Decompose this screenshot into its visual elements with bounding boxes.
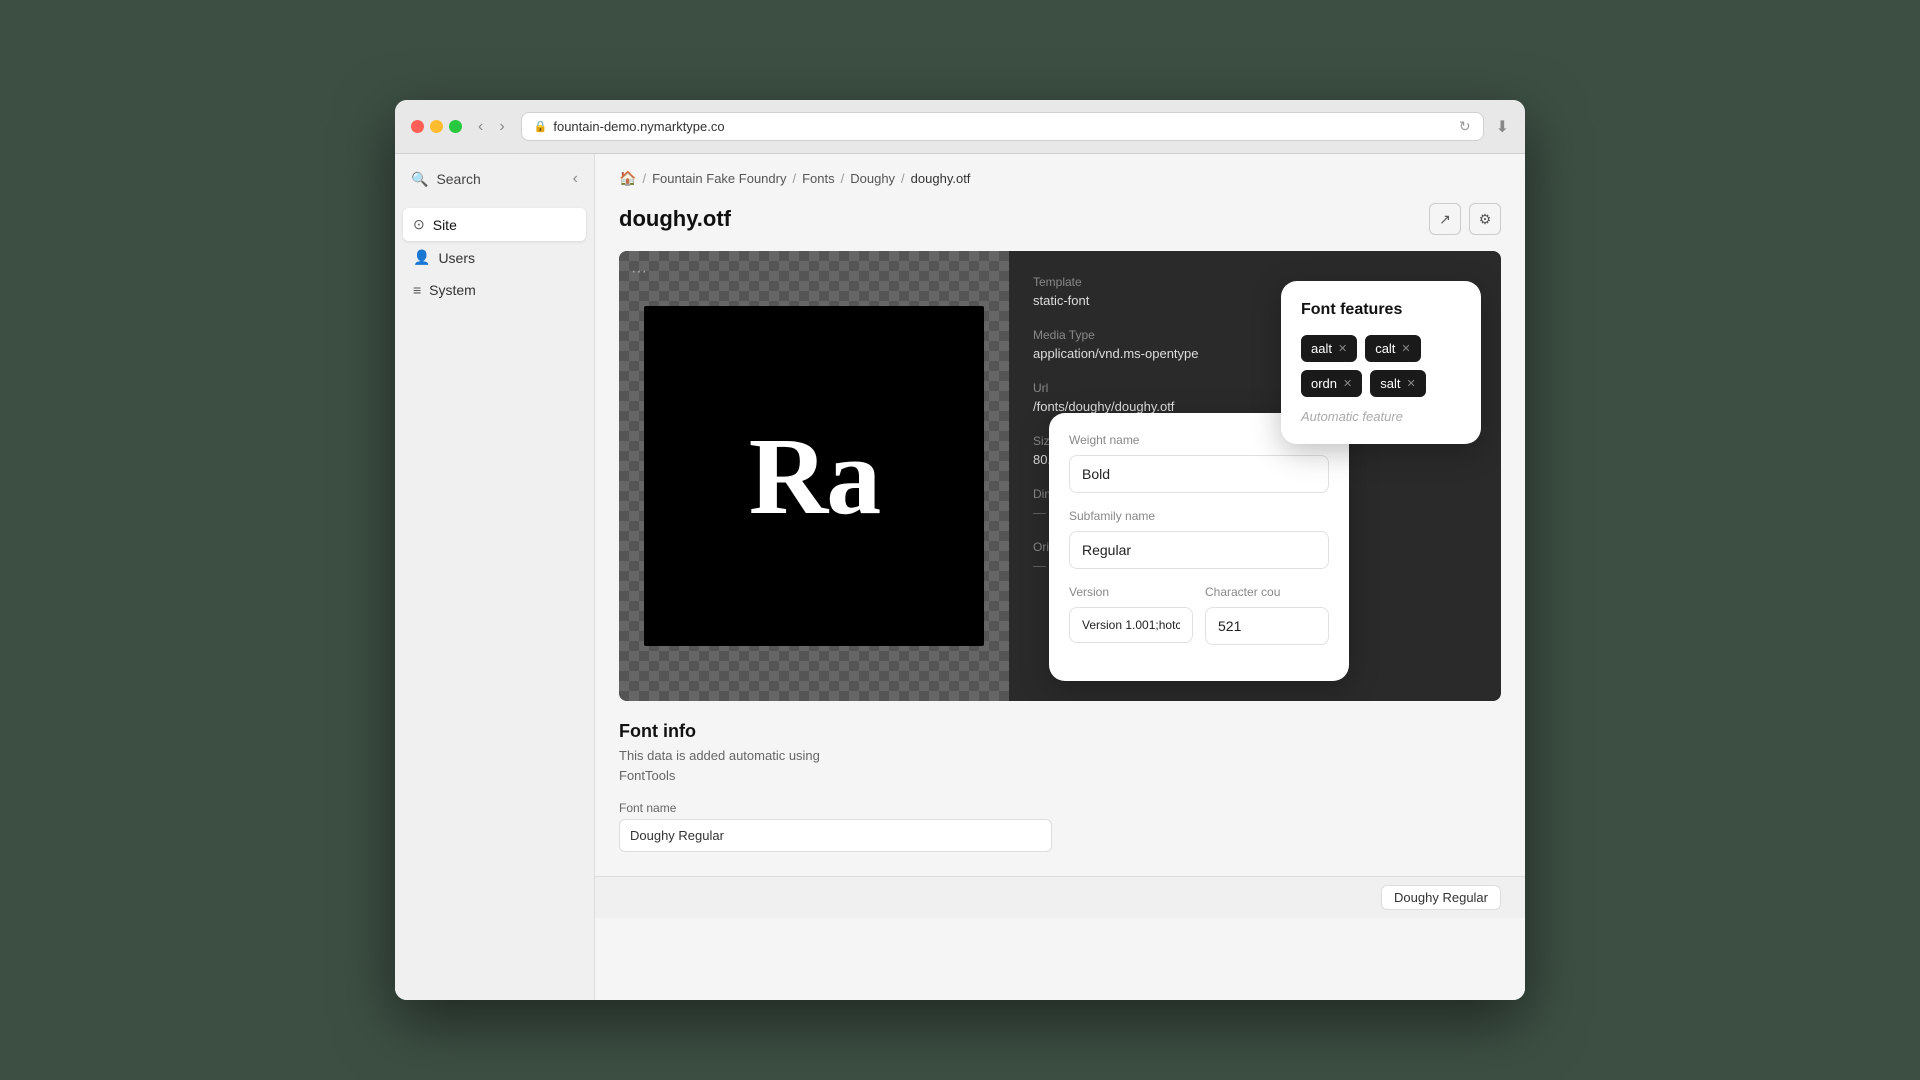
breadcrumb-doughy[interactable]: Doughy	[850, 171, 895, 186]
font-info-section: Font info This data is added automatic u…	[619, 721, 1501, 852]
font-preview-text: Ra	[749, 421, 879, 531]
forward-button[interactable]: ›	[495, 116, 508, 138]
download-button[interactable]: ⬇	[1496, 117, 1509, 137]
file-title: doughy.otf	[619, 206, 731, 232]
breadcrumb-current: doughy.otf	[911, 171, 971, 186]
version-input[interactable]	[1069, 607, 1193, 643]
features-title: Font features	[1301, 301, 1461, 319]
char-count-input[interactable]	[1205, 607, 1329, 645]
reload-icon[interactable]: ↻	[1459, 118, 1471, 135]
feature-ordn-label: ordn	[1311, 376, 1337, 391]
url-text: fountain-demo.nymarktype.co	[553, 119, 724, 134]
feature-salt-label: salt	[1380, 376, 1400, 391]
font-name-field: Font name	[619, 801, 1052, 852]
font-card: ··· Ra Template static-font	[619, 251, 1501, 701]
font-form-grid: Font name	[619, 801, 1501, 852]
feature-aalt-remove[interactable]: ✕	[1338, 342, 1347, 355]
status-badge: Doughy Regular	[1381, 885, 1501, 910]
users-icon: 👤	[413, 249, 430, 266]
feature-tag-aalt: aalt ✕	[1301, 335, 1357, 362]
page-content: doughy.otf ↗ ⚙ ··· Ra	[595, 203, 1525, 876]
sidebar-search[interactable]: 🔍 Search ‹	[395, 154, 594, 200]
file-actions: ↗ ⚙	[1429, 203, 1501, 235]
font-name-input[interactable]	[619, 819, 1052, 852]
feature-tag-salt: salt ✕	[1370, 370, 1425, 397]
breadcrumb-foundry[interactable]: Fountain Fake Foundry	[652, 171, 786, 186]
status-bar: Doughy Regular	[595, 876, 1525, 918]
sidebar-nav: ⊙ Site 👤 Users ≡ System	[395, 200, 594, 314]
browser-content: 🔍 Search ‹ ⊙ Site 👤 Users ≡ Syste	[395, 154, 1525, 1000]
file-header: doughy.otf ↗ ⚙	[619, 203, 1501, 235]
sidebar-toggle-button[interactable]: ‹	[573, 170, 578, 188]
char-count-label: Character cou	[1205, 585, 1329, 599]
subfamily-field: Subfamily name	[1069, 509, 1329, 569]
version-label: Version	[1069, 585, 1193, 599]
main-content: 🏠 / Fountain Fake Foundry / Fonts / Doug…	[595, 154, 1525, 1000]
search-icon: 🔍	[411, 171, 428, 188]
breadcrumb-sep-0: /	[642, 171, 646, 186]
search-label: Search	[436, 171, 480, 187]
font-dots: ···	[631, 263, 647, 281]
sidebar-item-users[interactable]: 👤 Users	[403, 241, 586, 274]
feature-aalt-label: aalt	[1311, 341, 1332, 356]
nav-buttons: ‹ ›	[474, 116, 509, 138]
font-info-title: Font info	[619, 721, 1501, 742]
sidebar-item-system[interactable]: ≡ System	[403, 274, 586, 306]
features-auto: Automatic feature	[1301, 409, 1461, 424]
traffic-lights	[411, 120, 462, 133]
sidebar-item-system-label: System	[429, 282, 476, 298]
subfamily-label: Subfamily name	[1069, 509, 1329, 523]
breadcrumb-sep-3: /	[901, 171, 905, 186]
breadcrumb-sep-1: /	[792, 171, 796, 186]
sidebar: 🔍 Search ‹ ⊙ Site 👤 Users ≡ Syste	[395, 154, 595, 1000]
font-preview-inner: Ra	[644, 306, 984, 646]
breadcrumb-fonts[interactable]: Fonts	[802, 171, 835, 186]
font-preview-area: Ra	[619, 251, 1009, 701]
desktop: ‹ › 🔒 fountain-demo.nymarktype.co ↻ ⬇ 🔍 …	[0, 0, 1920, 1080]
font-info-desc: This data is added automatic usingFontTo…	[619, 746, 1501, 785]
maximize-button[interactable]	[449, 120, 462, 133]
version-field: Version	[1069, 585, 1193, 645]
back-button[interactable]: ‹	[474, 116, 487, 138]
feature-salt-remove[interactable]: ✕	[1406, 377, 1415, 390]
feature-tag-calt: calt ✕	[1365, 335, 1420, 362]
features-grid: aalt ✕ calt ✕ ordn ✕	[1301, 335, 1461, 397]
external-link-button[interactable]: ↗	[1429, 203, 1461, 235]
feature-calt-label: calt	[1375, 341, 1395, 356]
sidebar-item-site-label: Site	[433, 217, 457, 233]
char-count-field: Character cou	[1205, 585, 1329, 645]
weight-popup: Weight name Subfamily name Version	[1049, 413, 1349, 681]
lock-icon: 🔒	[534, 120, 548, 133]
features-popup: Font features aalt ✕ calt ✕	[1281, 281, 1481, 444]
breadcrumb: 🏠 / Fountain Fake Foundry / Fonts / Doug…	[595, 154, 1525, 203]
breadcrumb-sep-2: /	[841, 171, 845, 186]
feature-calt-remove[interactable]: ✕	[1401, 342, 1410, 355]
feature-tag-ordn: ordn ✕	[1301, 370, 1362, 397]
close-button[interactable]	[411, 120, 424, 133]
sidebar-item-users-label: Users	[438, 250, 475, 266]
address-bar[interactable]: 🔒 fountain-demo.nymarktype.co ↻	[521, 112, 1484, 141]
version-row: Version Character cou	[1069, 585, 1329, 661]
minimize-button[interactable]	[430, 120, 443, 133]
browser-window: ‹ › 🔒 fountain-demo.nymarktype.co ↻ ⬇ 🔍 …	[395, 100, 1525, 1000]
system-icon: ≡	[413, 282, 421, 298]
sidebar-item-site[interactable]: ⊙ Site	[403, 208, 586, 241]
browser-chrome: ‹ › 🔒 fountain-demo.nymarktype.co ↻ ⬇	[395, 100, 1525, 154]
font-name-label: Font name	[619, 801, 1052, 815]
subfamily-input[interactable]	[1069, 531, 1329, 569]
site-icon: ⊙	[413, 216, 425, 233]
weight-name-input[interactable]	[1069, 455, 1329, 493]
settings-button[interactable]: ⚙	[1469, 203, 1501, 235]
feature-ordn-remove[interactable]: ✕	[1343, 377, 1352, 390]
home-icon[interactable]: 🏠	[619, 170, 636, 187]
